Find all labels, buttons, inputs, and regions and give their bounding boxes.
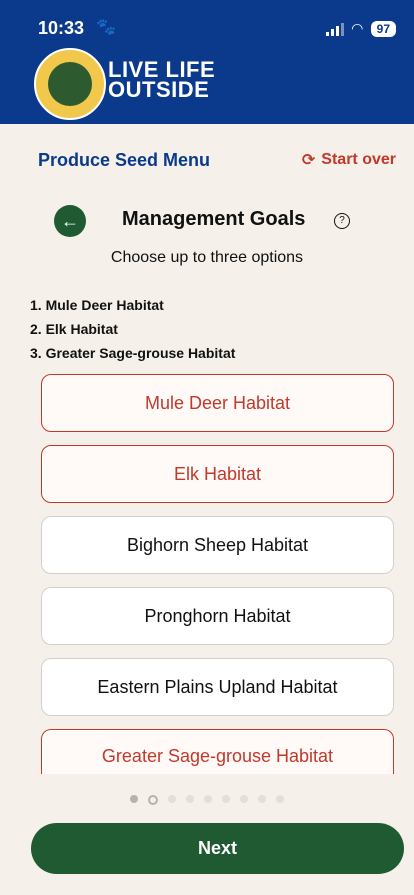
selected-item: 1. Mule Deer Habitat xyxy=(30,297,164,313)
arrow-left-icon: ← xyxy=(61,210,79,231)
status-time: 10:33 xyxy=(38,18,85,38)
page-title: Management Goals xyxy=(122,208,306,230)
help-circle-icon[interactable]: ? xyxy=(334,213,350,229)
paw-icon: 🐾 xyxy=(96,19,116,36)
brand-text: LIVE LIFE OUTSIDE xyxy=(108,59,215,102)
battery-icon: 97 xyxy=(370,20,396,37)
next-button[interactable]: Next xyxy=(31,823,404,874)
selected-item: 2. Elk Habitat xyxy=(30,321,118,337)
option-mule-deer[interactable]: Mule Deer Habitat xyxy=(41,374,394,432)
selected-item: 3. Greater Sage-grouse Habitat xyxy=(30,345,236,361)
option-elk[interactable]: Elk Habitat xyxy=(41,445,394,503)
page-dot xyxy=(168,795,176,803)
page-dot xyxy=(240,795,248,803)
app-header: 10:33 🐾 ◠ 97 LIVE LIFE OUTSIDE xyxy=(0,0,414,124)
wifi-icon: ◠ xyxy=(351,20,363,36)
selected-list: 1. Mule Deer Habitat 2. Elk Habitat 3. G… xyxy=(30,293,396,365)
option-eastern-plains-upland[interactable]: Eastern Plains Upland Habitat xyxy=(41,658,394,716)
ram-icon xyxy=(48,62,92,106)
page-dot xyxy=(222,795,230,803)
brand-line2: OUTSIDE xyxy=(108,77,210,102)
page-dot xyxy=(276,795,284,803)
pagination-dots xyxy=(0,795,414,805)
start-over-button[interactable]: ⟳ Start over xyxy=(302,150,396,170)
option-greater-sage-grouse[interactable]: Greater Sage-grouse Habitat xyxy=(41,729,394,774)
top-row: Produce Seed Menu ⟳ Start over xyxy=(38,146,396,172)
cpw-logo xyxy=(34,48,106,120)
page-dot xyxy=(130,795,138,803)
title-row: ← Management Goals ? xyxy=(54,205,396,237)
status-right: ◠ 97 xyxy=(325,20,396,37)
back-button[interactable]: ← xyxy=(54,205,86,237)
status-bar: 10:33 🐾 ◠ 97 xyxy=(38,18,396,40)
page-dot xyxy=(258,795,266,803)
refresh-icon: ⟳ xyxy=(301,152,316,169)
options-list: Mule Deer Habitat Elk Habitat Bighorn Sh… xyxy=(41,374,394,774)
signal-icon xyxy=(325,22,344,36)
option-pronghorn[interactable]: Pronghorn Habitat xyxy=(41,587,394,645)
menu-title: Produce Seed Menu xyxy=(38,150,211,170)
page-subtitle: Choose up to three options xyxy=(110,249,304,266)
start-over-label: Start over xyxy=(321,151,396,168)
option-bighorn-sheep[interactable]: Bighorn Sheep Habitat xyxy=(41,516,394,574)
page-dot-current xyxy=(148,795,158,805)
page-dot xyxy=(204,795,212,803)
page-dot xyxy=(186,795,194,803)
